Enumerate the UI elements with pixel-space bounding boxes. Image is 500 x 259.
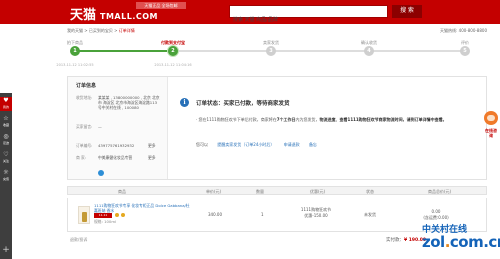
step-dot-4: 4 (364, 46, 374, 56)
watermark-domain-a: zol (422, 233, 445, 251)
wangwang-chat-icon[interactable] (98, 170, 104, 176)
step-dot-3: 3 (266, 46, 276, 56)
badge-icon (121, 213, 125, 217)
plus-icon[interactable]: + (0, 245, 12, 255)
search-input[interactable] (230, 14, 387, 25)
buyer-message-label: 买家留言: (76, 124, 93, 129)
refund-link[interactable]: 申请退款 (284, 142, 300, 147)
order-progress: 拍下商品 1 2013-11-12 11:02:55 付款到支付宝 2 2013… (56, 40, 487, 72)
total-line-2: (含运费:0.00) (423, 215, 449, 220)
progress-line-1 (75, 50, 173, 52)
badge-icon (115, 213, 119, 217)
address-value: 某某某 , 13800000000 , 北京 北京市 海淀区 北京市海淀区海淀路… (98, 95, 160, 110)
sidebar-item-label: 收藏 (2, 123, 9, 127)
online-consult-button[interactable]: 在线咨询 (485, 128, 497, 138)
order-number-value: 439775761932932 (98, 143, 135, 148)
order-status: i 订单状态：买家已付款，等待商家发货 · 您在1111购物狂欢节下单后付款，商… (168, 77, 488, 179)
footprint-icon: ◎ (3, 133, 9, 140)
sidebar-item-history[interactable]: ◎ 足迹 (0, 133, 12, 147)
product-spec: 规格: 100ml (94, 219, 117, 224)
goods-table-header: 商品 单价(元) 数量 优惠(元) 状态 商品总价(元) (67, 186, 487, 195)
merchant-label: 商 家: (76, 155, 87, 160)
status-desc-bold-2: 物流进度、查看1111购物狂欢节商家物流时间，请到订单详情中查看。 (319, 117, 447, 122)
info-icon: i (180, 98, 189, 107)
product-quantity: 1 (261, 212, 264, 217)
merchant-more-link[interactable]: 更多 (148, 155, 156, 161)
progress-line-4 (369, 50, 467, 52)
hotline-text: 天猫热线: 400-800-8800 (440, 28, 487, 33)
col-header-state: 状态 (366, 189, 374, 194)
col-header-goods: 商品 (118, 189, 126, 194)
logo-sub: TMALL.COM (100, 12, 158, 21)
address-label: 收货地址: (76, 95, 93, 100)
product-title-link[interactable]: 1111购物狂欢节专享 化妆专柜正品 Dolce Gabbana/杜嘉班纳 香水 (94, 203, 190, 213)
status-desc-mid: 内为您发货， (295, 117, 320, 122)
col-header-price: 单价(元) (206, 189, 222, 194)
ops-label: 您可以 (196, 142, 208, 147)
merchant-value[interactable]: 中美康健化妆品专营 (98, 155, 146, 160)
page-root: 天猫TMALL.COM 天猫正品 全场包邮 搜 索 我的天猫 > 已买到的宝贝 … (0, 0, 500, 259)
order-status-title: 订单状态：买家已付款，等待商家发货 (196, 101, 290, 107)
step-dot-5: 5 (460, 46, 470, 56)
watermark-domain: zol.com.cn (422, 233, 500, 251)
product-price: 340.00 (208, 212, 222, 217)
discount-line-2: 优惠-150.00 (304, 213, 328, 218)
promo-tag: 11.11 (94, 213, 112, 218)
promo-banner[interactable]: 天猫正品 全场包邮 (136, 2, 186, 9)
order-panel: 订单信息 收货地址: 某某某 , 13800000000 , 北京 北京市 海淀… (67, 76, 487, 180)
order-status-description: · 您在1111购物狂欢节下单后付款，商家将在7个工作日内为您发货，物流进度、查… (196, 117, 466, 123)
top-header: 天猫 TMALL.COM 天猫正品 全场包邮 搜 索 (0, 0, 500, 25)
status-desc-prefix: · 您在1111购物狂欢节下单后付款，商家将在 (196, 117, 277, 122)
status-desc-bold: 7个工作日 (276, 117, 296, 122)
product-state: 未发货 (364, 212, 376, 217)
col-header-total: 商品总价(元) (428, 189, 452, 194)
order-number-more-link[interactable]: 更多 (148, 143, 156, 149)
sidebar-item-label: 我的 (2, 105, 9, 109)
remind-ship-link[interactable]: 提醒卖家发货（订单24小时后） (217, 142, 274, 147)
status-operations: 您可以 提醒卖家发货（订单24小时后） 申请退款 备忘 (196, 142, 325, 148)
sidebar-item-follow[interactable]: ♡ 关注 (0, 151, 12, 165)
search-box[interactable] (229, 5, 388, 25)
step-date-1: 2013-11-12 11:02:55 (56, 63, 94, 67)
memo-link[interactable]: 备忘 (309, 142, 317, 147)
sidebar-item-mine[interactable]: ♥ 我的 (0, 97, 12, 111)
follow-icon: ♡ (3, 151, 9, 158)
sidebar-item-label: 充值 (2, 177, 9, 181)
order-info: 订单信息 收货地址: 某某某 , 13800000000 , 北京 北京市 海淀… (68, 77, 168, 179)
logo-text: 天猫 (70, 8, 97, 23)
star-icon: ☆ (3, 115, 9, 122)
sidebar-item-label: 足迹 (2, 141, 9, 145)
col-header-discount: 优惠(元) (310, 189, 326, 194)
search-button[interactable]: 搜 索 (392, 5, 422, 18)
heart-icon: ♥ (3, 97, 9, 104)
step-date-2: 2013-11-12 11:04:16 (154, 63, 192, 67)
paid-total-label: 实付款： (386, 238, 404, 243)
product-total: 0.00 (含运费:0.00) (416, 209, 456, 221)
product-discount: 1111购物狂欢节 优惠-150.00 (296, 207, 336, 219)
sidebar-item-recharge[interactable]: ☼ 充值 (0, 169, 12, 183)
col-header-qty: 数量 (256, 189, 264, 194)
breadcrumb-bar: 我的天猫 > 已买到的宝贝 > 订单详情 天猫热线: 400-800-8800 (67, 26, 487, 35)
order-number-label: 订单编号: (76, 143, 93, 148)
order-info-title: 订单信息 (76, 83, 97, 89)
product-thumbnail[interactable] (78, 206, 90, 224)
step-dot-1: 1 (70, 46, 80, 56)
progress-line-2 (173, 50, 271, 52)
tmall-cat-icon[interactable] (484, 111, 498, 125)
recharge-icon: ☼ (3, 169, 9, 176)
breadcrumb: 我的天猫 > 已买到的宝贝 > 订单详情 (67, 28, 135, 34)
step-dot-2: 2 (168, 46, 178, 56)
breadcrumb-current: 订单详情 (118, 28, 135, 33)
zol-watermark: 中关村在线 zol.com.cn (418, 222, 500, 256)
breadcrumb-prefix[interactable]: 我的天猫 > 已买到的宝贝 > (67, 28, 119, 33)
left-sidebar: ♥ 我的 ☆ 收藏 ◎ 足迹 ♡ 关注 ☼ 充值 + (0, 93, 12, 259)
refund-complaint-link[interactable]: 退款/投诉 (70, 237, 87, 243)
sidebar-item-favorites[interactable]: ☆ 收藏 (0, 115, 12, 129)
progress-line-3 (271, 50, 369, 52)
buyer-message-value: — (98, 124, 102, 129)
watermark-domain-b: com.cn (449, 233, 500, 251)
sidebar-item-label: 关注 (2, 159, 9, 163)
